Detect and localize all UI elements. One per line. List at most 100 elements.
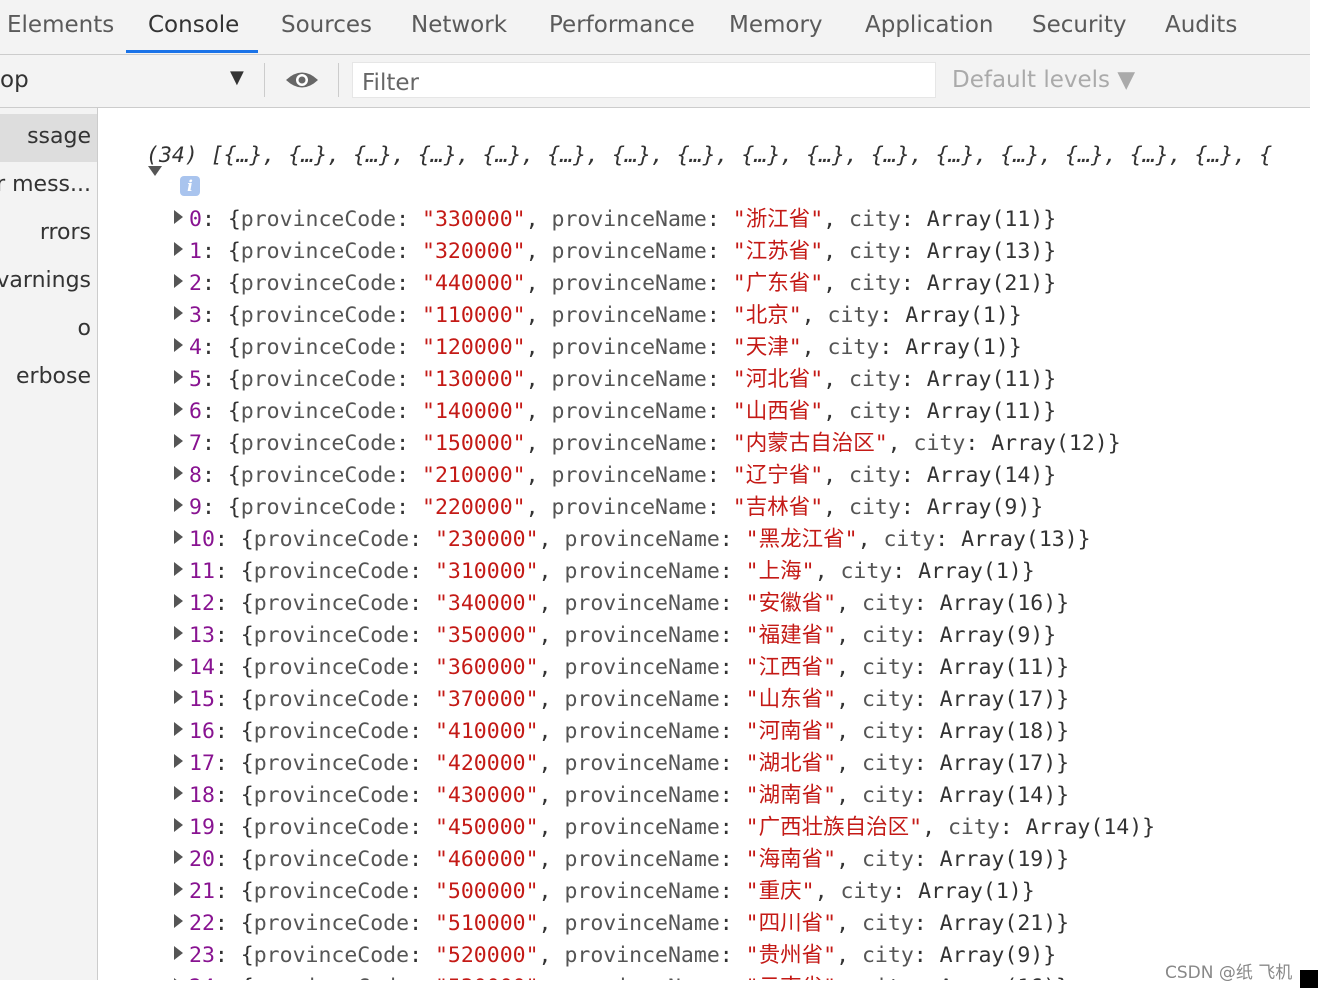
expand-triangle-icon[interactable] (174, 242, 183, 256)
expand-triangle-icon[interactable] (174, 370, 183, 384)
sidebar-item-errors[interactable]: rrors (0, 210, 97, 258)
expand-triangle-icon[interactable] (174, 722, 183, 736)
key-city: city (861, 623, 914, 648)
tab-elements[interactable]: Elements (7, 12, 114, 38)
eye-icon[interactable] (284, 65, 320, 95)
tab-audits[interactable]: Audits (1165, 12, 1237, 38)
console-row[interactable]: 17: {provinceCode: "420000", provinceNam… (174, 746, 1069, 776)
sidebar-item-label: o (77, 316, 91, 341)
expand-triangle-icon[interactable] (174, 978, 183, 980)
sidebar-item-info[interactable]: o (0, 306, 97, 354)
expand-triangle-icon[interactable] (174, 402, 183, 416)
sidebar-item-verbose[interactable]: erbose (0, 354, 97, 402)
key-province-code: provinceCode (253, 815, 410, 840)
key-province-code: provinceCode (240, 463, 397, 488)
expand-triangle-icon[interactable] (174, 594, 183, 608)
expand-triangle-icon[interactable] (174, 754, 183, 768)
expand-triangle-icon[interactable] (174, 626, 183, 640)
expand-triangle-icon[interactable] (174, 850, 183, 864)
province-name-value: 广西壮族自治区 (758, 815, 910, 840)
expand-triangle-icon[interactable] (174, 498, 183, 512)
console-row[interactable]: 21: {provinceCode: "500000", provinceNam… (174, 874, 1035, 904)
console-row[interactable]: 10: {provinceCode: "230000", provinceNam… (174, 522, 1091, 552)
city-array-value: Array(13) (961, 527, 1078, 552)
corner-mark (1300, 970, 1318, 988)
console-row[interactable]: 2: {provinceCode: "440000", provinceName… (174, 266, 1056, 296)
expand-triangle-icon[interactable] (174, 914, 183, 928)
key-city: city (827, 335, 880, 360)
city-array-value: Array(14) (1025, 815, 1143, 840)
expand-triangle-icon[interactable] (174, 818, 183, 832)
key-province-code: provinceCode (240, 335, 397, 360)
console-row[interactable]: 13: {provinceCode: "350000", provinceNam… (174, 618, 1056, 648)
console-row[interactable]: 22: {provinceCode: "510000", provinceNam… (174, 906, 1069, 936)
key-province-code: provinceCode (240, 367, 397, 392)
info-icon[interactable]: i (180, 176, 200, 196)
context-selector[interactable]: op (0, 67, 29, 93)
console-row[interactable]: 4: {provinceCode: "120000", provinceName… (174, 330, 1022, 360)
tab-console[interactable]: Console (148, 12, 239, 38)
tab-performance[interactable]: Performance (549, 12, 695, 38)
key-city: city (861, 719, 914, 744)
row-index: 2 (189, 271, 202, 296)
console-row[interactable]: 0: {provinceCode: "330000", provinceName… (174, 202, 1056, 232)
console-row[interactable]: 24: {provinceCode: "530000", provinceNam… (174, 970, 1069, 980)
expand-triangle-icon[interactable] (174, 274, 183, 288)
console-row[interactable]: 3: {provinceCode: "110000", provinceName… (174, 298, 1022, 328)
sidebar-item-user-messages[interactable]: r mess... (0, 162, 97, 210)
expand-triangle-icon[interactable] (174, 786, 183, 800)
city-array-value: Array(9) (926, 495, 1031, 520)
expand-triangle-icon[interactable] (174, 466, 183, 480)
console-row[interactable]: 12: {provinceCode: "340000", provinceNam… (174, 586, 1069, 616)
tab-memory[interactable]: Memory (729, 12, 823, 38)
city-array-value: Array(19) (939, 847, 1057, 872)
key-province-name: provinceName (564, 847, 720, 872)
expand-triangle-icon[interactable] (174, 210, 183, 224)
console-row[interactable]: 14: {provinceCode: "360000", provinceNam… (174, 650, 1069, 680)
console-row[interactable]: 8: {provinceCode: "210000", provinceName… (174, 458, 1056, 488)
tab-application[interactable]: Application (865, 12, 994, 38)
console-row[interactable]: 15: {provinceCode: "370000", provinceNam… (174, 682, 1069, 712)
filter-input[interactable] (352, 62, 936, 98)
console-row[interactable]: 5: {provinceCode: "130000", provinceName… (174, 362, 1056, 392)
sidebar-item-messages[interactable]: ssage (0, 114, 97, 162)
console-row[interactable]: 20: {provinceCode: "460000", provinceNam… (174, 842, 1069, 872)
expand-triangle-icon[interactable] (174, 306, 183, 320)
province-name-value: 山东省 (758, 687, 824, 712)
key-province-name: provinceName (564, 783, 720, 808)
console-row[interactable]: 23: {provinceCode: "520000", provinceNam… (174, 938, 1056, 968)
key-city: city (862, 975, 914, 980)
expand-triangle-icon[interactable] (174, 338, 183, 352)
expand-triangle-icon[interactable] (174, 946, 183, 960)
console-row[interactable]: 11: {provinceCode: "310000", provinceNam… (174, 554, 1035, 584)
expand-triangle-icon[interactable] (174, 530, 183, 544)
key-city: city (861, 911, 914, 936)
expand-triangle-icon[interactable] (174, 562, 183, 576)
console-row[interactable]: 7: {provinceCode: "150000", provinceName… (174, 426, 1121, 456)
console-row[interactable]: 9: {provinceCode: "220000", provinceName… (174, 490, 1043, 520)
city-array-value: Array(13) (926, 239, 1044, 264)
expand-triangle-icon[interactable] (174, 882, 183, 896)
console-row[interactable]: 19: {provinceCode: "450000", provinceNam… (174, 810, 1155, 840)
key-city: city (840, 879, 893, 904)
row-index: 13 (189, 623, 215, 648)
console-row[interactable]: 6: {provinceCode: "140000", provinceName… (174, 394, 1056, 424)
key-province-code: provinceCode (253, 751, 410, 776)
default-levels-dropdown[interactable]: Default levels ▼ (952, 67, 1135, 93)
console-row[interactable]: 1: {provinceCode: "320000", provinceName… (174, 234, 1056, 264)
expand-triangle-icon[interactable] (174, 434, 183, 448)
tab-sources[interactable]: Sources (281, 12, 372, 38)
sidebar-item-warnings[interactable]: varnings (0, 258, 97, 306)
tab-security[interactable]: Security (1032, 12, 1126, 38)
province-code-value: 450000 (447, 815, 526, 840)
key-city: city (861, 751, 914, 776)
console-row[interactable]: 16: {provinceCode: "410000", provinceNam… (174, 714, 1069, 744)
expand-triangle-icon[interactable] (174, 658, 183, 672)
toolbar-divider (338, 63, 339, 97)
key-city: city (849, 271, 901, 296)
array-summary[interactable]: (34) [{…}, {…}, {…}, {…}, {…}, {…}, {…},… (146, 143, 1272, 168)
console-row[interactable]: 18: {provinceCode: "430000", provinceNam… (174, 778, 1069, 808)
chevron-down-icon[interactable]: ▼ (230, 67, 244, 88)
expand-triangle-icon[interactable] (174, 690, 183, 704)
tab-network[interactable]: Network (411, 12, 507, 38)
